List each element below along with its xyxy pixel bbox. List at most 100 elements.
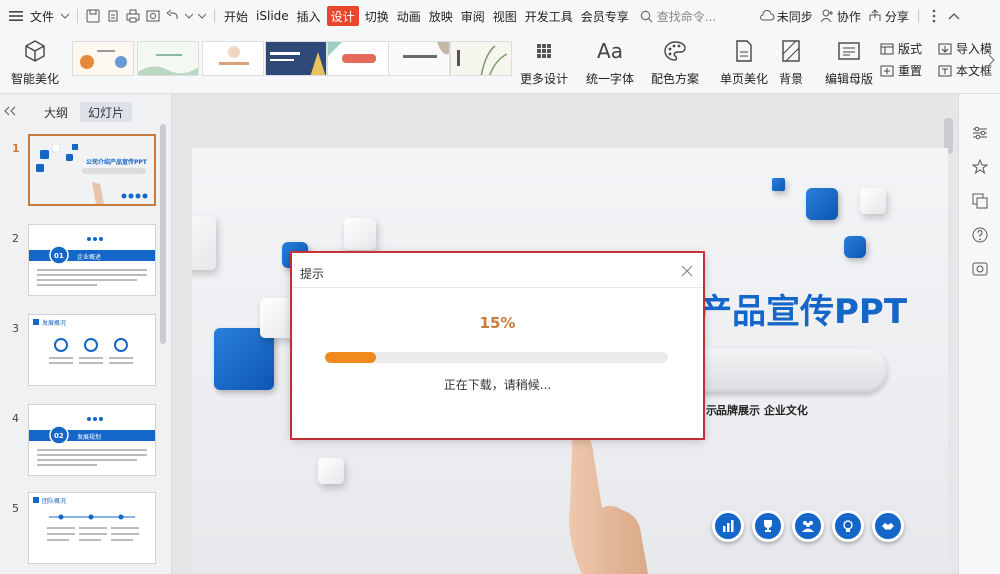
tab-islide[interactable]: iSlide <box>252 0 293 32</box>
import-template-button[interactable]: 导入模 <box>938 40 992 57</box>
undo-icon[interactable] <box>163 0 183 32</box>
slide-number: 5 <box>12 502 19 515</box>
tab-transition[interactable]: 切换 <box>361 0 393 32</box>
divider <box>917 9 919 23</box>
progress-percent: 15% <box>479 314 516 332</box>
tab-developer[interactable]: 开发工具 <box>521 0 577 32</box>
progress-bar-fill <box>325 352 377 363</box>
collapse-panel-icon[interactable] <box>4 106 16 116</box>
tab-slideshow[interactable]: 放映 <box>425 0 457 32</box>
deco-white-square <box>344 218 376 250</box>
more-design-label: 更多设计 <box>519 72 568 86</box>
save-icon[interactable] <box>83 0 103 32</box>
grid-icon <box>536 38 552 64</box>
share-button[interactable]: 分享 <box>885 0 913 32</box>
template-thumbnail[interactable] <box>450 41 512 76</box>
slide-subtitle[interactable]: 品牌展示 企业文化 <box>716 402 808 418</box>
tab-animation[interactable]: 动画 <box>393 0 425 32</box>
divider <box>214 9 216 23</box>
slide-number: 4 <box>12 412 19 425</box>
template-thumbnail[interactable] <box>265 41 327 76</box>
tab-start[interactable]: 开始 <box>220 0 252 32</box>
tab-review[interactable]: 审阅 <box>457 0 489 32</box>
ribbon-scroll-right-icon[interactable] <box>988 54 996 66</box>
sync-status[interactable]: 未同步 <box>777 0 817 32</box>
template-thumbnail[interactable] <box>327 41 389 76</box>
slide-title[interactable]: 产品宣传PPT <box>698 284 907 333</box>
slide-thumbnail-4[interactable]: 02 发展规划 <box>28 404 156 476</box>
copy-format-icon[interactable] <box>969 190 991 212</box>
page-icon <box>735 38 753 64</box>
file-menu[interactable]: 文件 <box>26 0 58 32</box>
slide-thumbnail-title: 团队概况 <box>42 498 67 505</box>
design-ribbon: 智能美化 更多设计 Aa 统一字体 配色方案 单页美化 背景 编辑母版 版式 重… <box>0 32 1000 94</box>
dialog-divider <box>292 287 703 288</box>
hand-image <box>569 432 648 574</box>
properties-sliders-icon[interactable] <box>969 122 991 144</box>
handshake-icon <box>872 510 904 542</box>
hamburger-menu-icon[interactable] <box>6 0 26 32</box>
more-icon[interactable] <box>195 0 209 32</box>
collapse-ribbon-icon[interactable] <box>944 0 964 32</box>
tab-member[interactable]: 会员专享 <box>577 0 633 32</box>
slide-thumbnail-5[interactable]: 团队概况 <box>28 492 156 564</box>
color-scheme-label: 配色方案 <box>650 72 699 86</box>
slides-scrollbar[interactable] <box>160 124 166 344</box>
cube-icon <box>23 38 47 64</box>
tab-outline[interactable]: 大纲 <box>36 102 76 122</box>
preview-icon[interactable] <box>143 0 163 32</box>
slide-thumbnail-1[interactable]: 公司介绍产品宣传PPT <box>28 134 156 206</box>
collaborate-icon[interactable] <box>817 0 837 32</box>
smart-beautify-button[interactable]: 智能美化 <box>8 32 62 87</box>
cloud-sync-icon[interactable] <box>757 0 777 32</box>
more-design-button[interactable]: 更多设计 <box>519 32 569 87</box>
slide-thumbnail-2[interactable]: 01 企业概述 <box>28 224 156 296</box>
unify-font-button[interactable]: Aa 统一字体 <box>583 32 637 87</box>
text-box-button[interactable]: 本文框 <box>938 62 992 79</box>
output-icon[interactable] <box>103 0 123 32</box>
template-thumbnail[interactable] <box>72 41 134 76</box>
print-icon[interactable] <box>123 0 143 32</box>
slide-thumbnail-title: 企业概述 <box>77 254 102 261</box>
chevron-down-icon[interactable] <box>183 0 195 32</box>
slide-thumbnail-title: 发展概况 <box>42 320 67 327</box>
more-options-icon[interactable] <box>924 0 944 32</box>
tab-view[interactable]: 视图 <box>489 0 521 32</box>
edit-master-button[interactable]: 编辑母版 <box>825 32 873 87</box>
backup-icon[interactable] <box>969 258 991 280</box>
slide-badge: 02 <box>54 432 64 440</box>
tab-insert[interactable]: 插入 <box>293 0 325 32</box>
color-scheme-button[interactable]: 配色方案 <box>647 32 703 87</box>
search-icon[interactable] <box>637 0 657 32</box>
star-animation-icon[interactable] <box>969 156 991 178</box>
reset-icon <box>880 65 894 76</box>
reset-button[interactable]: 重置 <box>880 62 922 79</box>
tab-design[interactable]: 设计 <box>326 6 359 26</box>
share-icon[interactable] <box>865 0 885 32</box>
palette-icon <box>663 38 687 64</box>
import-template-label: 导入模 <box>956 42 993 56</box>
slides-panel: 大纲 幻灯片 1 公司介绍产品宣传PPT 2 01 企业概述 3 发展概况 4 … <box>0 94 172 574</box>
collaborate-button[interactable]: 协作 <box>837 0 865 32</box>
help-icon[interactable] <box>969 224 991 246</box>
layout-icon <box>880 43 894 54</box>
progress-message: 正在下载，请稍候... <box>443 378 552 392</box>
background-icon <box>782 38 800 64</box>
template-thumbnail[interactable] <box>137 41 199 76</box>
tab-slides[interactable]: 幻灯片 <box>80 102 133 122</box>
chevron-down-icon[interactable] <box>58 0 72 32</box>
background-button[interactable]: 背景 <box>774 32 808 87</box>
dialog-title: 提示 <box>300 267 325 281</box>
slide-badge: 01 <box>54 252 64 260</box>
layout-button[interactable]: 版式 <box>880 40 922 57</box>
close-icon[interactable] <box>679 263 695 279</box>
reset-label: 重置 <box>898 64 923 78</box>
single-page-beautify-button[interactable]: 单页美化 <box>718 32 770 87</box>
chart-icon <box>712 510 744 542</box>
slide-thumbnail-title: 公司介绍产品宣传PPT <box>86 159 147 166</box>
slide-thumbnail-3[interactable]: 发展概况 <box>28 314 156 386</box>
deco-blue-square <box>772 178 785 191</box>
command-search-input[interactable]: 查找命令... <box>657 0 757 32</box>
template-thumbnail[interactable] <box>202 41 264 76</box>
template-thumbnail[interactable] <box>388 41 450 76</box>
